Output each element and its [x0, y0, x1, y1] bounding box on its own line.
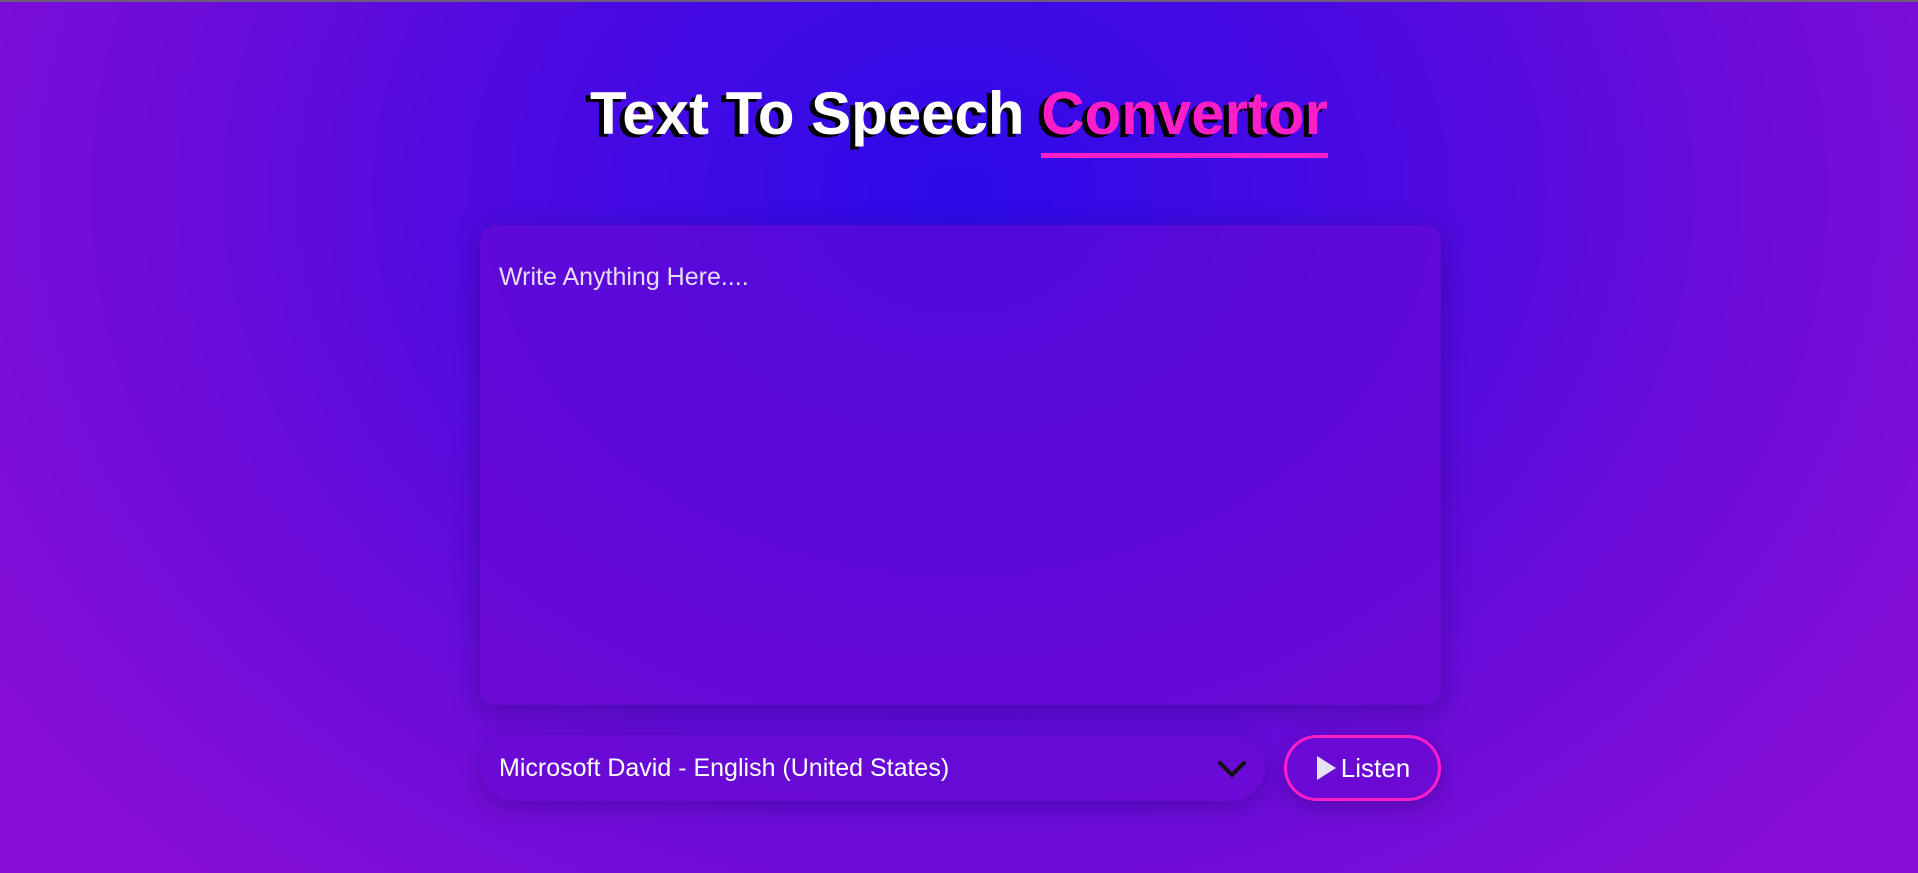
chevron-down-icon: [1218, 761, 1246, 777]
voice-select-value: Microsoft David - English (United States…: [499, 754, 950, 782]
text-input-area[interactable]: [480, 225, 1441, 705]
voice-select-dropdown[interactable]: Microsoft David - English (United States…: [480, 735, 1265, 801]
title-main-text: Text To Speech: [590, 80, 1042, 147]
page-title: Text To Speech Convertor: [0, 78, 1918, 158]
listen-button-label: Listen: [1340, 752, 1411, 783]
play-icon: [1316, 756, 1336, 780]
listen-button[interactable]: Listen: [1284, 735, 1441, 801]
title-accent-text: Convertor: [1041, 78, 1328, 158]
window-top-border: [0, 0, 1918, 2]
